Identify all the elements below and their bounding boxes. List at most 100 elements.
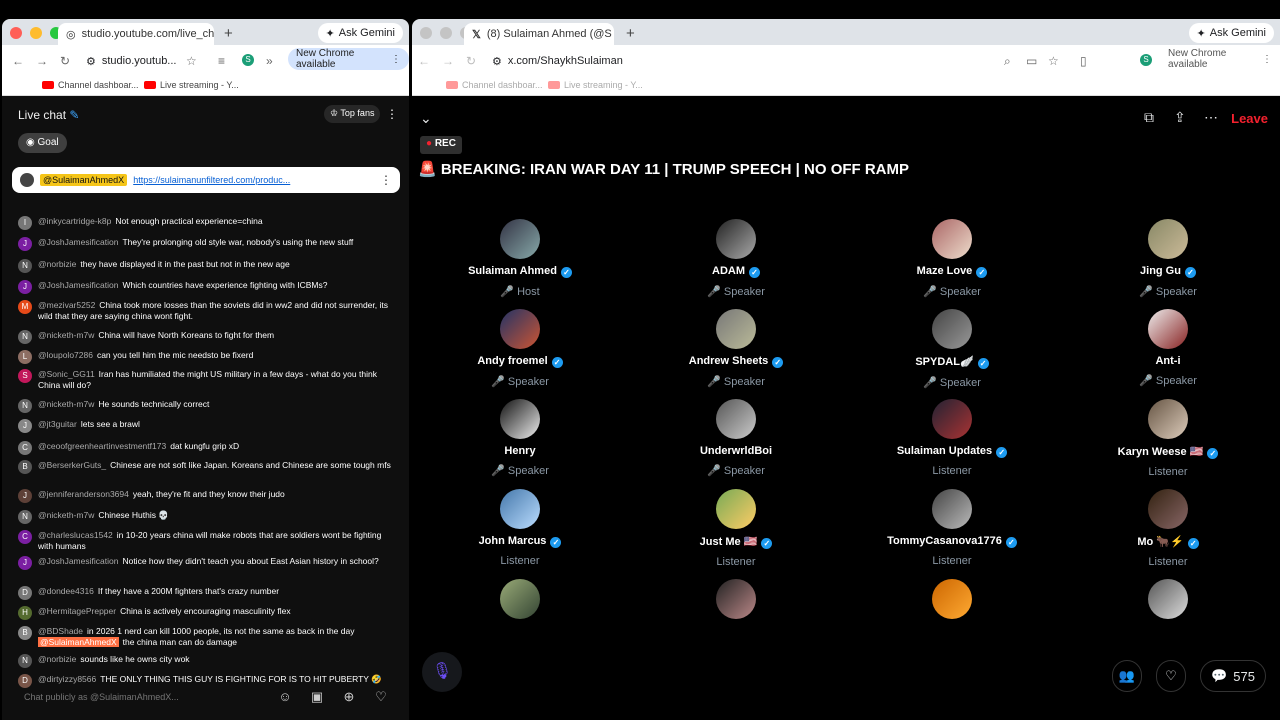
forward-icon[interactable]: → (442, 54, 454, 68)
chat-message[interactable]: C @ceoofgreenheartinvestmentf173 dat kungf… (18, 441, 398, 455)
message-author[interactable]: @norbizie (38, 654, 76, 664)
message-author[interactable]: @charleslucas1542 (38, 530, 113, 540)
profile-avatar[interactable]: S (242, 54, 254, 66)
forward-icon[interactable]: → (36, 54, 48, 68)
message-author[interactable]: @loupolo7286 (38, 350, 93, 360)
star-icon[interactable]: ☆ (1048, 54, 1059, 68)
message-author[interactable]: @BDShade (38, 626, 83, 636)
message-author[interactable]: @nicketh-m7w (38, 330, 94, 340)
url-field[interactable]: ⚙ x.com/ShaykhSulaiman (492, 52, 623, 70)
pinned-link[interactable]: https://sulaimanunfiltered.com/produc... (133, 175, 290, 185)
chat-message[interactable]: C @charleslucas1542 in 10-20 years china w… (18, 530, 398, 551)
pinned-more-icon[interactable]: ⋮ (380, 173, 392, 187)
message-author[interactable]: @nicketh-m7w (38, 399, 94, 409)
sidebar-icon[interactable]: ▯ (1080, 54, 1087, 68)
chevron-down-icon[interactable]: ⌄ (420, 110, 432, 127)
add-icon[interactable]: ⊕ (340, 688, 358, 706)
chat-input[interactable] (24, 689, 264, 705)
message-author[interactable]: @ceoofgreenheartinvestmentf173 (38, 441, 166, 451)
new-tab-button[interactable]: + (224, 25, 233, 42)
comments-button[interactable]: 💬 575 (1200, 660, 1266, 692)
participant[interactable]: Karyn Weese 🇺🇸 ✓ Listener (1088, 399, 1248, 478)
tab-live-chat[interactable]: ◎ studio.youtube.com/live_chat ✕ (58, 23, 214, 45)
top-fans-button[interactable]: ♔ Top fans (324, 105, 381, 123)
participant[interactable]: Andy froemel ✓ 🎤 Speaker (440, 309, 600, 388)
minimize-window-button[interactable] (30, 27, 42, 39)
ask-gemini-button[interactable]: ✦ Ask Gemini (1188, 23, 1274, 43)
super-chat-icon[interactable]: ▣ (308, 688, 326, 706)
chat-message[interactable]: N @norbizie they have displayed it in the … (18, 259, 398, 273)
message-author[interactable]: @Sonic_GG11 (38, 369, 95, 379)
chat-message[interactable]: M @mezivar5252 China took more losses than… (18, 300, 398, 321)
chat-message[interactable]: N @nicketh-m7w He sounds technically corre… (18, 399, 398, 413)
chat-message[interactable]: S @Sonic_GG11 Iran has humiliated the migh… (18, 369, 398, 390)
message-author[interactable]: @jenniferanderson3694 (38, 489, 129, 499)
chat-message[interactable]: J @jenniferanderson3694 yeah, they're fit … (18, 489, 398, 503)
cast-icon[interactable]: ▭ (1026, 54, 1037, 68)
new-tab-button[interactable]: + (626, 25, 635, 42)
message-author[interactable]: @BerserkerGuts_ (38, 460, 106, 470)
participant[interactable]: John Marcus ✓ Listener (440, 489, 600, 567)
profile-avatar[interactable]: S (1140, 54, 1152, 66)
mention-chip[interactable]: @SulaimanAhmedX (38, 636, 119, 647)
chat-message[interactable]: N @nicketh-m7w China will have North Korea… (18, 330, 398, 344)
chevron-right-icon[interactable]: » (266, 54, 273, 68)
share-icon[interactable]: ⇪ (1174, 109, 1186, 126)
reactions-button[interactable]: ♡ (1156, 660, 1186, 692)
bookmark-live-streaming[interactable]: Live streaming - Y... (144, 80, 239, 90)
participant[interactable]: Mo 🐂⚡ ✓ Listener (1088, 489, 1248, 568)
emoji-icon[interactable]: ☺ (276, 688, 294, 706)
close-window-button[interactable] (420, 27, 432, 39)
chat-message[interactable]: L @loupolo7286 can you tell him the mic ne… (18, 350, 398, 364)
bookmark-channel-dashboard[interactable]: Channel dashboar... (446, 80, 543, 90)
zoom-icon[interactable]: ⌕ (1004, 54, 1011, 69)
message-author[interactable]: @dirtyizzy8566 (38, 674, 96, 684)
tab-x-profile[interactable]: 𝕏 (8) Sulaiman Ahmed (@S ✕ (464, 23, 614, 45)
more-options-icon[interactable]: ⋮ (386, 107, 398, 121)
people-button[interactable]: 👥 (1112, 660, 1142, 692)
chat-message[interactable]: N @norbizie sounds like he owns city wok (18, 654, 398, 668)
chat-message[interactable]: N @nicketh-m7w Chinese Huthis 💀 (18, 510, 398, 524)
back-icon[interactable]: ← (418, 54, 430, 68)
chat-message[interactable]: J @JoshJamesification Notice how they didn… (18, 556, 398, 570)
chat-message[interactable]: H @HermitagePrepper China is actively enco… (18, 606, 398, 620)
chat-message[interactable]: J @jt3guitar lets see a brawl (18, 419, 398, 433)
message-author[interactable]: @HermitagePrepper (38, 606, 116, 616)
media-icon[interactable]: ≡ (218, 54, 225, 68)
microphone-button[interactable]: 🎙 (422, 652, 462, 692)
participant[interactable]: Maze Love ✓ 🎤 Speaker (872, 219, 1032, 298)
new-chrome-button[interactable]: New Chrome available ⋮ (1160, 48, 1280, 70)
message-author[interactable]: @dondee4316 (38, 586, 94, 596)
message-author[interactable]: @JoshJamesification (38, 280, 118, 290)
message-author[interactable]: @inkycartridge-k8p (38, 216, 111, 226)
participant[interactable]: Henry 🎤 Speaker (440, 399, 600, 477)
participant[interactable]: Jing Gu ✓ 🎤 Speaker (1088, 219, 1248, 298)
pinned-message[interactable]: @SulaimanAhmedX https://sulaimanunfilter… (12, 167, 400, 193)
participant[interactable]: Sulaiman Ahmed ✓ 🎤 Host (440, 219, 600, 298)
participant[interactable]: Ant-i 🎤 Speaker (1088, 309, 1248, 387)
minimize-window-button[interactable] (440, 27, 452, 39)
heart-icon[interactable]: ♡ (372, 688, 390, 706)
participant[interactable]: TommyCasanova1776 ✓ Listener (872, 489, 1032, 567)
participant[interactable]: ADAM ✓ 🎤 Speaker (656, 219, 816, 298)
participant[interactable] (440, 579, 600, 619)
participant[interactable] (656, 579, 816, 619)
participant[interactable]: SPYDAL🪽 ✓ 🎤 Speaker (872, 309, 1032, 389)
participant[interactable]: Andrew Sheets ✓ 🎤 Speaker (656, 309, 816, 388)
participant[interactable]: Sulaiman Updates ✓ Listener (872, 399, 1032, 477)
reload-icon[interactable]: ↻ (60, 54, 70, 68)
more-icon[interactable]: ⋯ (1204, 109, 1218, 126)
close-window-button[interactable] (10, 27, 22, 39)
chat-message[interactable]: J @JoshJamesification They're prolonging o… (18, 237, 398, 251)
chat-message[interactable]: J @JoshJamesification Which countries have… (18, 280, 398, 294)
minimize-space-icon[interactable]: ⧉ (1144, 109, 1154, 126)
chat-message[interactable]: B @BerserkerGuts_ Chinese are not soft lik… (18, 460, 398, 474)
back-icon[interactable]: ← (12, 54, 24, 68)
message-author[interactable]: @JoshJamesification (38, 237, 118, 247)
ask-gemini-button[interactable]: ✦ Ask Gemini (317, 23, 403, 43)
message-author[interactable]: @JoshJamesification (38, 556, 118, 566)
participant[interactable]: UnderwrldBoi 🎤 Speaker (656, 399, 816, 477)
participant[interactable] (872, 579, 1032, 619)
participant[interactable] (1088, 579, 1248, 619)
chat-message[interactable]: B @BDShade in 2026 1 nerd can kill 1000 pe… (18, 626, 398, 647)
